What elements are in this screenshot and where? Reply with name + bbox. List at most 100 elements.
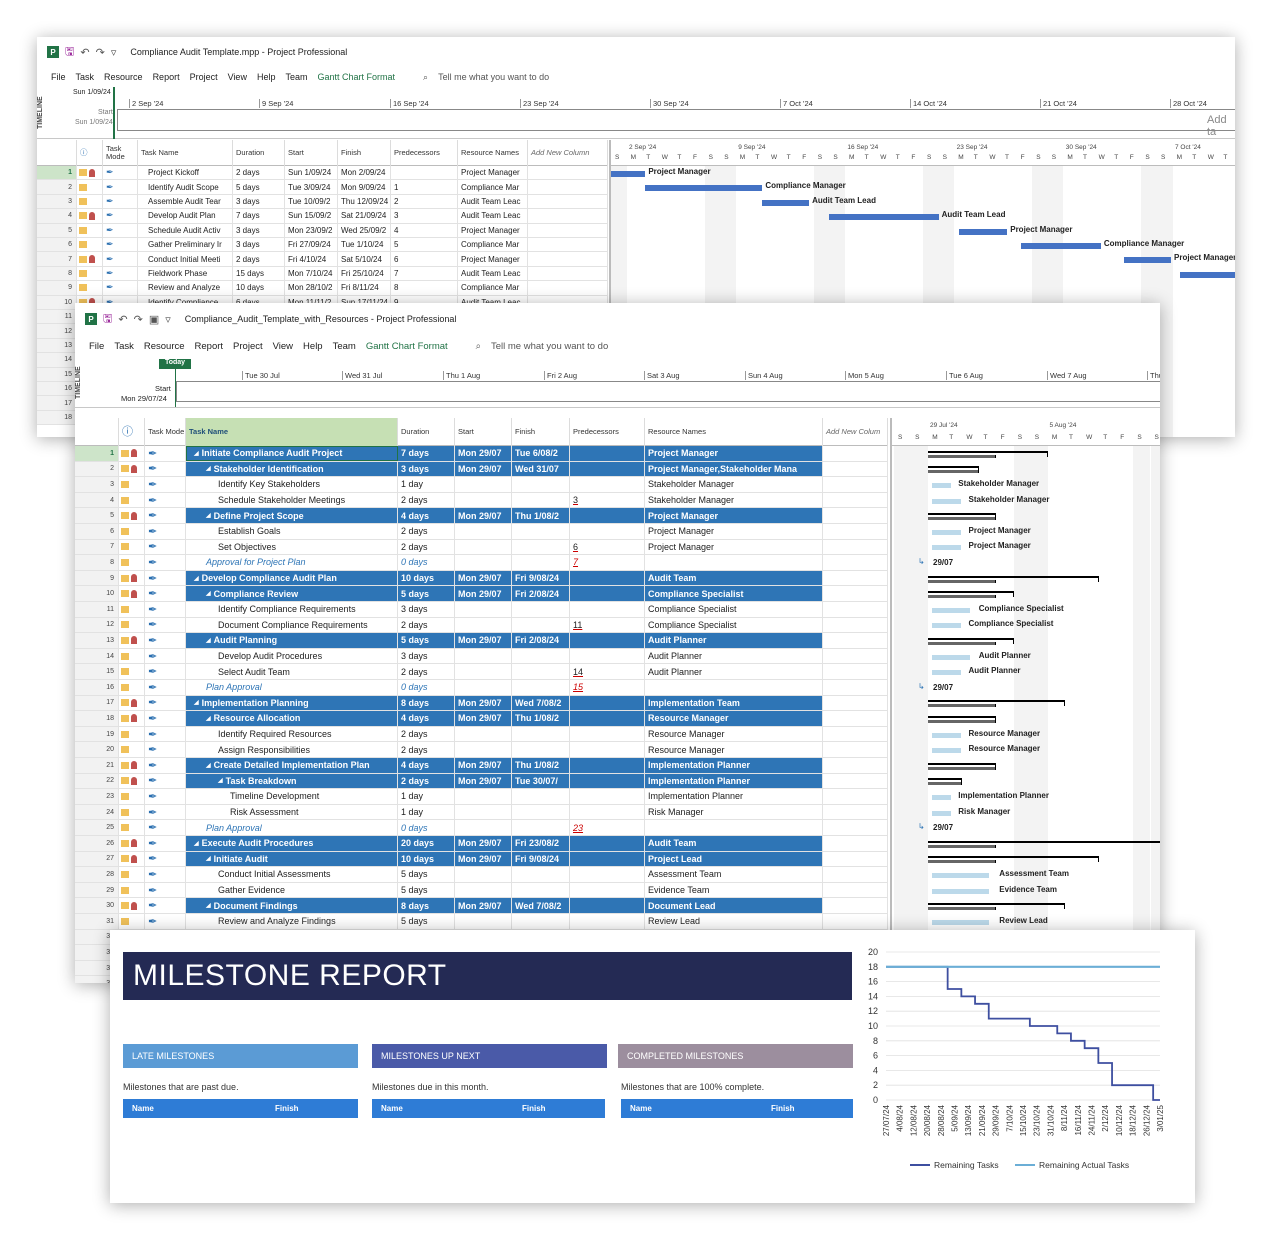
task-mode-cell[interactable]: ✒	[145, 508, 186, 523]
table-row[interactable]: 6 ✒ Gather Preliminary Ir 3 days Fri 27/09/2…	[37, 238, 608, 253]
predecessors-cell[interactable]	[570, 882, 645, 898]
table-row[interactable]: 2 ✒ ◢ Stakeholder Identification 3 days Mon 2…	[75, 461, 888, 478]
table-row[interactable]: 13 ✒ ◢ Audit Planning 5 days Mon 29/07 Fri 2/0…	[75, 633, 888, 649]
start-cell[interactable]	[455, 789, 512, 804]
task-name-cell[interactable]: ◢ Document Findings	[186, 898, 398, 913]
finish-cell[interactable]: Mon 9/09/24	[338, 180, 391, 194]
table-row[interactable]: 28 ✒ Conduct Initial Assessments 5 days Asse…	[75, 867, 888, 883]
start-cell[interactable]: Mon 29/07	[455, 711, 512, 726]
task-name-cell[interactable]: ◢ Resource Allocation	[186, 711, 398, 726]
duration-cell[interactable]: 3 days	[398, 602, 455, 617]
column-header[interactable]	[37, 140, 77, 166]
new-column-cell[interactable]	[823, 695, 888, 711]
start-cell[interactable]	[455, 680, 512, 695]
start-cell[interactable]: Mon 29/07	[455, 508, 512, 523]
task-name-cell[interactable]: Approval for Project Plan	[186, 555, 398, 570]
finish-cell[interactable]	[512, 804, 570, 820]
duration-cell[interactable]: 3 days	[233, 238, 285, 252]
task-name-cell[interactable]: Schedule Audit Activ	[138, 223, 233, 237]
task-mode-cell[interactable]: ✒	[145, 570, 186, 586]
resource-cell[interactable]: Implementation Planner	[645, 758, 823, 773]
finish-cell[interactable]	[512, 742, 570, 757]
start-cell[interactable]: Mon 29/07	[455, 570, 512, 586]
table-row[interactable]: 24 ✒ Risk Assessment 1 day Risk Manager	[75, 804, 888, 821]
new-column-cell[interactable]	[823, 726, 888, 742]
predecessors-cell[interactable]	[570, 695, 645, 711]
table-row[interactable]: 25 ✒ Plan Approval 0 days 23	[75, 820, 888, 836]
finish-cell[interactable]	[512, 492, 570, 508]
table-row[interactable]: 14 ✒ Develop Audit Procedures 3 days Audit P…	[75, 648, 888, 665]
duration-cell[interactable]: 10 days	[398, 570, 455, 586]
task-name-cell[interactable]: Fieldwork Phase	[138, 266, 233, 281]
duration-cell[interactable]: 3 days	[233, 223, 285, 237]
resource-cell[interactable]	[645, 555, 823, 570]
predecessors-cell[interactable]	[570, 477, 645, 492]
predecessors-cell[interactable]: 14	[570, 664, 645, 679]
predecessors-cell[interactable]	[570, 711, 645, 726]
predecessors-cell[interactable]	[570, 742, 645, 757]
task-bar[interactable]	[932, 545, 961, 551]
table-row[interactable]: 2 ✒ Identify Audit Scope 5 days Tue 3/09/24 M…	[37, 180, 608, 195]
new-column-cell[interactable]	[823, 602, 888, 617]
task-mode-cell[interactable]: ✒	[145, 648, 186, 664]
column-header[interactable]: Predecessors	[391, 140, 458, 166]
duration-cell[interactable]: 1 day	[398, 789, 455, 804]
resource-cell[interactable]: Project Lead	[645, 851, 823, 867]
task-mode-cell[interactable]: ✒	[145, 742, 186, 757]
duration-cell[interactable]: 1 day	[398, 477, 455, 492]
new-column-cell[interactable]	[528, 266, 608, 281]
collapse-triangle-icon[interactable]: ◢	[206, 715, 211, 722]
task-name-cell[interactable]: Plan Approval	[186, 680, 398, 695]
resource-cell[interactable]: Resource Manager	[645, 726, 823, 742]
task-name-cell[interactable]: Timeline Development	[186, 789, 398, 804]
finish-cell[interactable]: Fri 25/10/24	[338, 266, 391, 281]
start-cell[interactable]: Mon 29/07	[455, 758, 512, 773]
start-cell[interactable]: Tue 10/09/2	[285, 194, 338, 209]
finish-cell[interactable]: Wed 25/09/2	[338, 223, 391, 237]
predecessors-cell[interactable]: 6	[570, 539, 645, 555]
task-bar[interactable]	[932, 873, 990, 878]
task-mode-cell[interactable]: ✒	[145, 711, 186, 726]
task-mode-cell[interactable]: ✒	[145, 836, 186, 851]
duration-cell[interactable]: 2 days	[398, 617, 455, 633]
finish-cell[interactable]: Tue 6/08/2	[512, 446, 570, 461]
table-row[interactable]: 29 ✒ Gather Evidence 5 days Evidence Team	[75, 882, 888, 899]
start-cell[interactable]: Mon 7/10/24	[285, 266, 338, 281]
start-cell[interactable]	[455, 648, 512, 664]
column-header[interactable]: Start	[285, 140, 338, 166]
tab-help[interactable]: Help	[303, 341, 323, 352]
predecessors-cell[interactable]	[570, 602, 645, 617]
task-name-cell[interactable]: Conduct Initial Assessments	[186, 867, 398, 882]
table-row[interactable]: 8 ✒ Fieldwork Phase 15 days Mon 7/10/24 Fri 2…	[37, 266, 608, 282]
duration-cell[interactable]: 2 days	[398, 539, 455, 555]
task-mode-cell[interactable]: ✒	[145, 539, 186, 555]
new-column-cell[interactable]	[823, 446, 888, 461]
task-name-cell[interactable]: ◢ Audit Planning	[186, 633, 398, 648]
task-mode-cell[interactable]: ✒	[145, 898, 186, 913]
task-mode-cell[interactable]: ✒	[145, 867, 186, 882]
duration-cell[interactable]: 2 days	[398, 773, 455, 789]
duration-cell[interactable]: 0 days	[398, 820, 455, 835]
resource-cell[interactable]: Project Manager	[645, 539, 823, 555]
tab-gantt-chart-format[interactable]: Gantt Chart Format	[366, 341, 448, 352]
task-mode-cell[interactable]: ✒	[145, 477, 186, 492]
collapse-triangle-icon[interactable]: ◢	[206, 590, 211, 597]
task-bar[interactable]	[932, 748, 961, 754]
column-header[interactable]: Add New Colum	[823, 418, 888, 446]
task-mode-cell[interactable]: ✒	[145, 882, 186, 898]
new-column-cell[interactable]	[823, 539, 888, 555]
resource-cell[interactable]: Resource Manager	[645, 711, 823, 726]
task-name-cell[interactable]: ◢ Compliance Review	[186, 586, 398, 601]
duration-cell[interactable]: 0 days	[398, 680, 455, 695]
task-bar[interactable]	[829, 214, 939, 221]
predecessors-cell[interactable]	[570, 804, 645, 820]
resource-cell[interactable]: Stakeholder Manager	[645, 492, 823, 508]
start-cell[interactable]: Sun 1/09/24	[285, 166, 338, 180]
predecessors-cell[interactable]: 7	[391, 266, 458, 281]
task-mode-cell[interactable]: ✒	[145, 492, 186, 508]
task-mode-cell[interactable]: ✒	[145, 695, 186, 711]
predecessors-cell[interactable]: 23	[570, 820, 645, 835]
start-cell[interactable]: Sun 15/09/2	[285, 209, 338, 223]
task-bar[interactable]	[932, 623, 961, 629]
task-mode-cell[interactable]: ✒	[145, 446, 186, 461]
